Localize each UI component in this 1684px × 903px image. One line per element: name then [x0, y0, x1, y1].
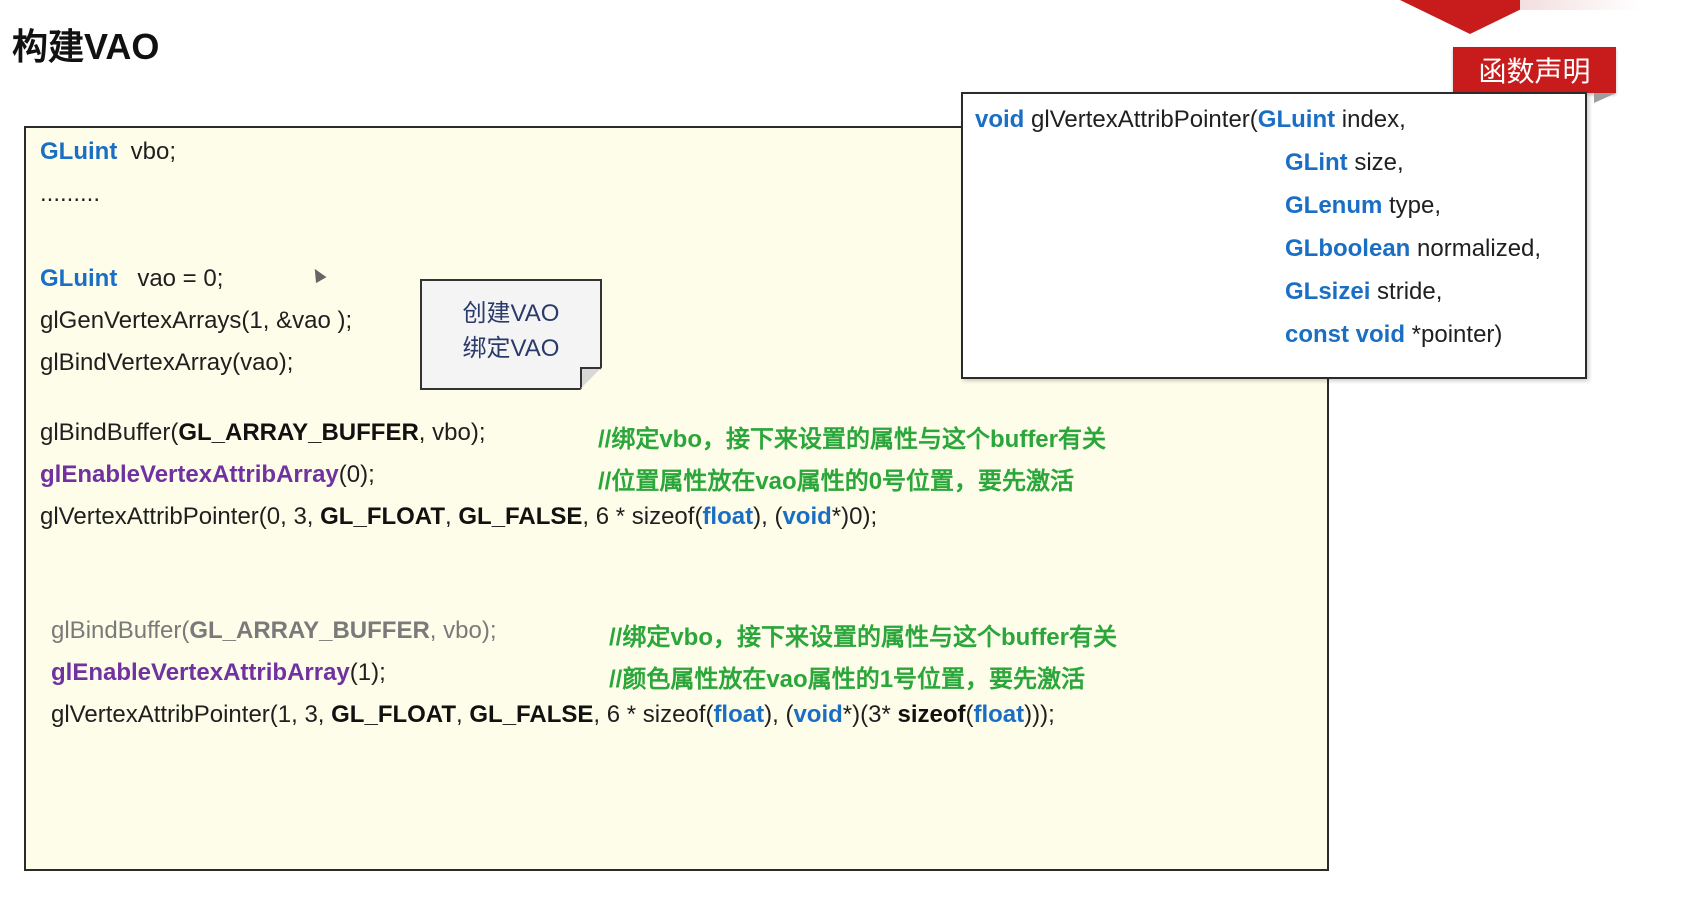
slide-title: 构建VAO: [12, 26, 160, 67]
decl-line-5: GLsizei stride,: [1285, 278, 1442, 306]
code-text: *)0);: [831, 503, 878, 530]
constant: GL_FLOAT: [331, 701, 457, 728]
decl-text: *pointer): [1405, 321, 1503, 348]
code-line-10: glEnableVertexAttribArray(1);: [51, 659, 386, 687]
constant: GL_FALSE: [469, 701, 594, 728]
code-line-9: glBindBuffer(GL_ARRAY_BUFFER, vbo);: [51, 617, 497, 645]
code-text: ), (: [764, 701, 794, 728]
keyword: sizeof: [897, 701, 966, 728]
decl-line-2: GLint size,: [1285, 149, 1404, 177]
code-text: ), (: [753, 503, 783, 530]
code-text: , 6 * sizeof(: [582, 503, 703, 530]
tag-fold: [1594, 93, 1616, 103]
code-text: glVertexAttribPointer(0, 3,: [40, 503, 321, 530]
code-line-3: GLuint vao = 0;: [40, 265, 223, 293]
code-line-8: glVertexAttribPointer(0, 3, GL_FLOAT, GL…: [40, 503, 877, 531]
type-keyword: GLint: [1285, 149, 1348, 176]
code-comment-6: //绑定vbo，接下来设置的属性与这个buffer有关: [598, 426, 1106, 453]
constant: GL_FLOAT: [320, 503, 446, 530]
code-text: vao = 0;: [117, 265, 224, 292]
type-keyword: GLsizei: [1285, 278, 1371, 305]
decl-line-3: GLenum type,: [1285, 192, 1441, 220]
code-comment-10: //颜色属性放在vao属性的1号位置，要先激活: [609, 666, 1086, 693]
code-text: , vbo);: [418, 419, 486, 446]
keyword: void: [793, 701, 843, 728]
decl-line-4: GLboolean normalized,: [1285, 235, 1541, 263]
keyword: void: [975, 106, 1025, 133]
decl-text: size,: [1347, 149, 1404, 176]
code-line-2: .........: [40, 180, 101, 207]
type-keyword: GLenum: [1285, 192, 1383, 219]
note-line: 创建VAO: [462, 299, 560, 327]
code-line-1: GLuint vbo;: [40, 138, 176, 166]
code-line-4: glGenVertexArrays(1, &vao );: [40, 307, 353, 334]
type-keyword: GLuint: [40, 138, 118, 165]
code-text: ,: [456, 701, 470, 728]
constant: GL_FALSE: [458, 503, 583, 530]
decl-text: normalized,: [1410, 235, 1542, 262]
decl-line-6: const void *pointer): [1285, 321, 1502, 349]
function-name: glEnableVertexAttribArray: [40, 461, 339, 488]
decl-line-1: void glVertexAttribPointer(GLuint index,: [975, 106, 1406, 134]
type-keyword: GLuint: [40, 265, 118, 292]
type-keyword: const void: [1285, 321, 1406, 348]
function-declaration-box: void glVertexAttribPointer(GLuint index,…: [961, 92, 1587, 379]
code-text: glBindBuffer(: [51, 617, 190, 644]
keyword: float: [973, 701, 1025, 728]
code-line-7: glEnableVertexAttribArray(0);: [40, 461, 375, 489]
code-text: glBindBuffer(: [40, 419, 179, 446]
note-line: 绑定VAO: [462, 334, 560, 362]
code-text: (0);: [338, 461, 375, 488]
callout-note: 创建VAO 绑定VAO: [420, 279, 602, 390]
type-keyword: GLuint: [1257, 106, 1336, 133]
decl-text: stride,: [1370, 278, 1443, 305]
code-comment-9: //绑定vbo，接下来设置的属性与这个buffer有关: [609, 624, 1117, 651]
code-text: )));: [1024, 701, 1055, 728]
code-comment-7: //位置属性放在vao属性的0号位置，要先激活: [598, 468, 1075, 495]
decl-text: index,: [1335, 106, 1406, 133]
code-text: (1);: [349, 659, 386, 686]
constant: GL_ARRAY_BUFFER: [178, 419, 419, 446]
code-text: *)(3*: [842, 701, 898, 728]
code-line-11: glVertexAttribPointer(1, 3, GL_FLOAT, GL…: [51, 701, 1055, 729]
keyword: float: [713, 701, 765, 728]
code-line-6: glBindBuffer(GL_ARRAY_BUFFER, vbo);: [40, 419, 486, 447]
code-line-5: glBindVertexArray(vao);: [40, 349, 294, 376]
keyword: float: [702, 503, 754, 530]
constant: GL_ARRAY_BUFFER: [189, 617, 430, 644]
code-text: ,: [445, 503, 459, 530]
keyword: void: [782, 503, 832, 530]
type-keyword: GLboolean: [1285, 235, 1411, 262]
code-text: vbo;: [117, 138, 177, 165]
declaration-tag: 函数声明: [1453, 47, 1616, 93]
code-text: , 6 * sizeof(: [593, 701, 714, 728]
decl-text: type,: [1382, 192, 1442, 219]
ribbon-shadow: [1520, 0, 1640, 10]
function-name: glEnableVertexAttribArray: [51, 659, 350, 686]
code-text: glVertexAttribPointer(1, 3,: [51, 701, 332, 728]
ribbon-decoration: [1400, 0, 1540, 34]
decl-text: glVertexAttribPointer(: [1024, 106, 1258, 133]
code-text: , vbo);: [429, 617, 497, 644]
